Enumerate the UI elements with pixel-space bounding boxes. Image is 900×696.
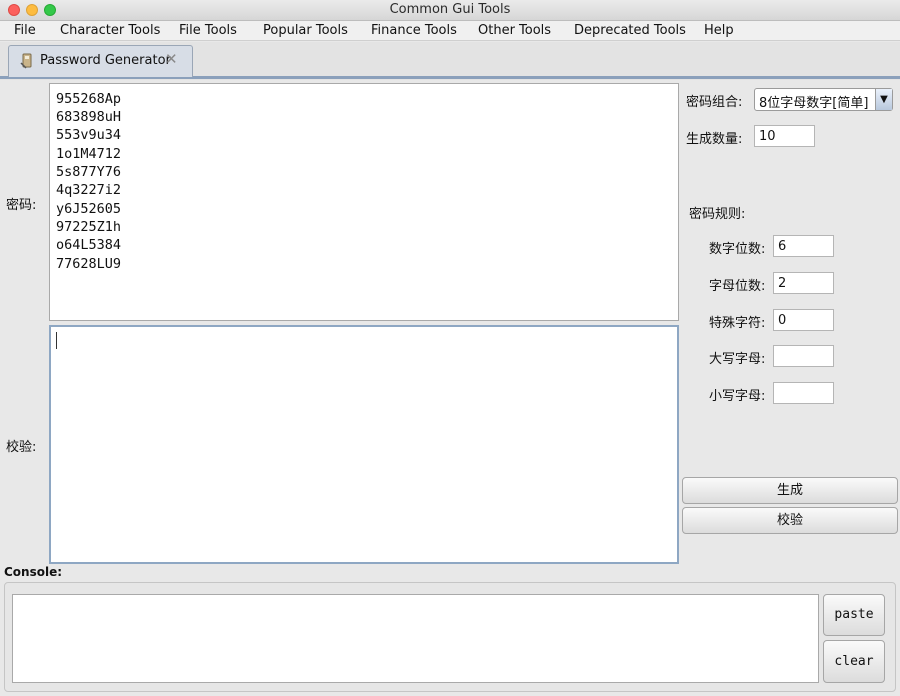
combo-label: 密码组合: xyxy=(686,95,743,110)
menu-file[interactable]: File xyxy=(14,23,36,38)
menu-help[interactable]: Help xyxy=(704,23,734,38)
password-line: 553v9u34 xyxy=(56,127,122,143)
password-label: 密码: xyxy=(6,198,37,213)
chevron-down-icon[interactable]: ▼ xyxy=(875,89,892,110)
verify-input-area[interactable] xyxy=(49,325,679,564)
menu-file-tools[interactable]: File Tools xyxy=(179,23,237,38)
password-line: y6J52605 xyxy=(56,201,122,217)
window-title: Common Gui Tools xyxy=(389,2,511,17)
menu-popular-tools[interactable]: Popular Tools xyxy=(263,23,348,38)
console-label: Console: xyxy=(4,565,63,579)
menu-deprecated-tools[interactable]: Deprecated Tools xyxy=(574,23,686,38)
letter-count-field[interactable]: 2 xyxy=(773,272,834,294)
console-output[interactable] xyxy=(12,594,819,683)
password-combo-select[interactable]: 8位字母数字[简单] ▼ xyxy=(754,88,893,111)
verify-button[interactable]: 校验 xyxy=(682,507,898,534)
verify-label: 校验: xyxy=(6,440,37,455)
password-output-area[interactable] xyxy=(49,83,679,321)
uppercase-field[interactable] xyxy=(773,345,834,367)
count-label: 生成数量: xyxy=(686,132,743,147)
text-caret xyxy=(56,332,57,349)
special-char-label: 特殊字符: xyxy=(709,316,766,331)
lowercase-label: 小写字母: xyxy=(709,389,766,404)
password-line: 77628LU9 xyxy=(56,256,122,272)
uppercase-label: 大写字母: xyxy=(709,352,766,367)
password-line: 955268Ap xyxy=(56,91,122,107)
password-line: o64L5384 xyxy=(56,237,122,253)
password-line: 1o1M4712 xyxy=(56,146,122,162)
count-field[interactable]: 10 xyxy=(754,125,815,147)
combo-value: 8位字母数字[简单] xyxy=(759,96,869,111)
close-tab-icon[interactable]: ✕ xyxy=(165,50,178,68)
tab-label: Password Generator xyxy=(40,53,171,68)
lowercase-field[interactable] xyxy=(773,382,834,404)
password-line: 683898uH xyxy=(56,109,122,125)
password-line: 4q3227i2 xyxy=(56,182,122,198)
menu-finance-tools[interactable]: Finance Tools xyxy=(371,23,457,38)
digit-count-label: 数字位数: xyxy=(709,242,766,257)
menu-other-tools[interactable]: Other Tools xyxy=(478,23,551,38)
digit-count-field[interactable]: 6 xyxy=(773,235,834,257)
menu-character-tools[interactable]: Character Tools xyxy=(60,23,160,38)
generate-button[interactable]: 生成 xyxy=(682,477,898,504)
paste-button[interactable]: paste xyxy=(823,594,885,636)
tab-tool-icon xyxy=(20,53,34,69)
clear-button[interactable]: clear xyxy=(823,640,885,683)
password-line: 5s877Y76 xyxy=(56,164,122,180)
special-char-field[interactable]: 0 xyxy=(773,309,834,331)
rules-title: 密码规则: xyxy=(689,207,746,222)
password-line: 97225Z1h xyxy=(56,219,122,235)
letter-count-label: 字母位数: xyxy=(709,279,766,294)
